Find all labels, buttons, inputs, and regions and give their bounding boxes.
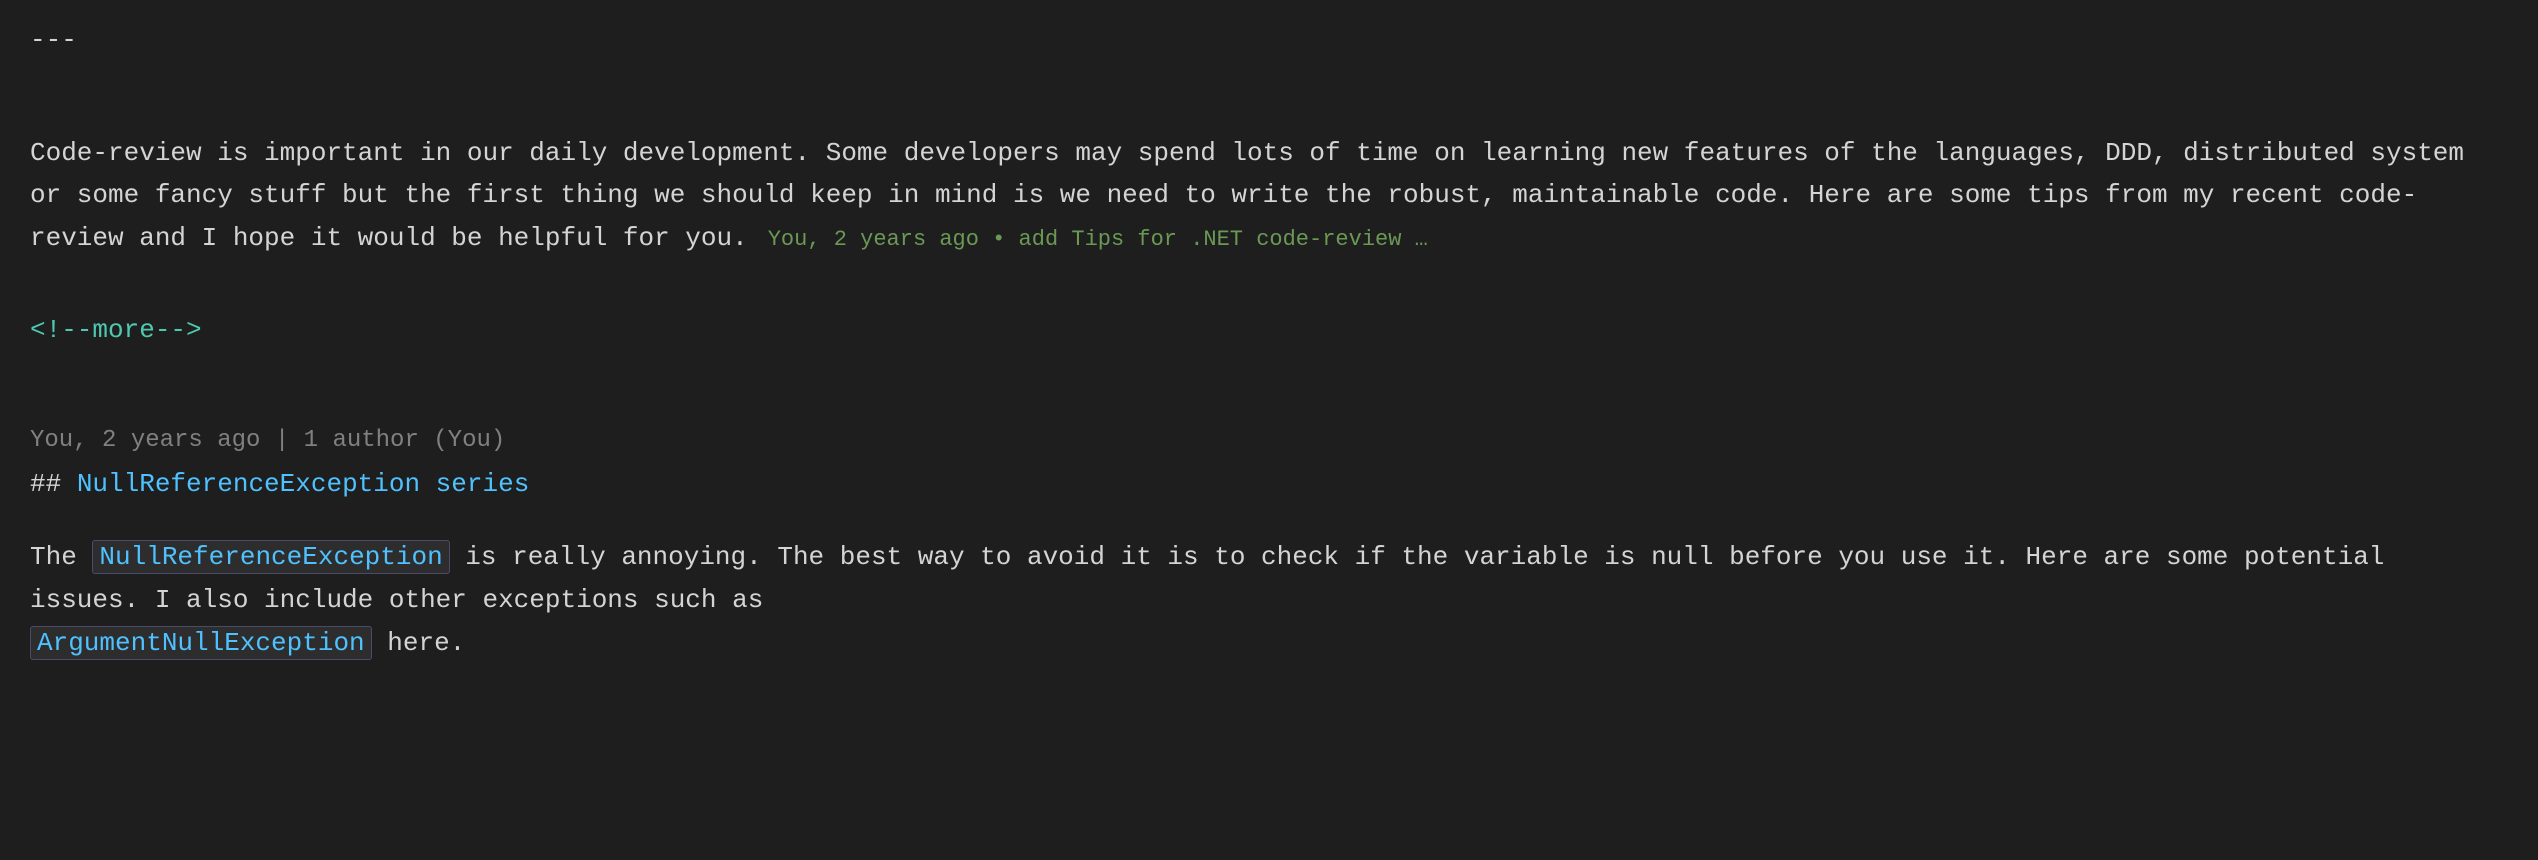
section-heading: ## NullReferenceException series bbox=[30, 464, 2508, 506]
inline-tooltip: You, 2 years ago • add Tips for .NET cod… bbox=[768, 227, 1428, 252]
section-meta: You, 2 years ago | 1 author (You) bbox=[30, 422, 2508, 460]
heading-text: NullReferenceException series bbox=[61, 469, 529, 499]
paragraph-1: Code-review is important in our daily de… bbox=[30, 132, 2508, 261]
argument-null-exception-code: ArgumentNullException bbox=[30, 626, 372, 660]
paragraph-2: The NullReferenceException is really ann… bbox=[30, 536, 2508, 665]
paragraph-2-end: here. bbox=[372, 628, 466, 658]
heading-hash: ## bbox=[30, 469, 61, 499]
paragraph-2-before: The bbox=[30, 542, 92, 572]
separator-line: --- bbox=[30, 20, 2508, 62]
comment-tag: <!--more--> bbox=[30, 310, 2508, 352]
null-reference-exception-code: NullReferenceException bbox=[92, 540, 449, 574]
